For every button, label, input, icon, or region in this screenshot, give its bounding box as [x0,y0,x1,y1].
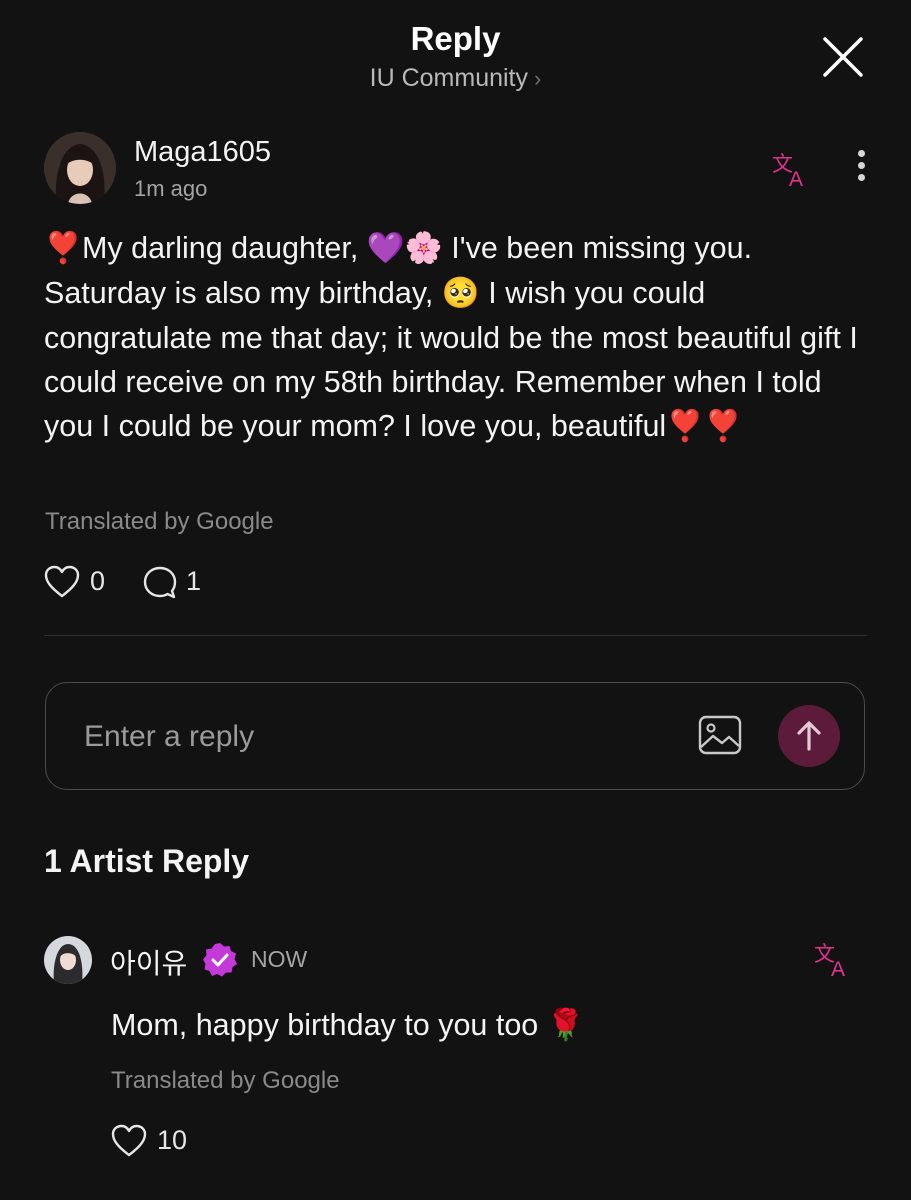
artist-reply-timestamp: NOW [251,946,308,972]
like-button[interactable] [44,565,80,604]
heart-icon [111,1124,147,1157]
heart-icon [44,565,80,598]
reply-input[interactable] [82,713,646,761]
purple-heart-emoji: 💜 [366,231,405,266]
avatar[interactable] [44,132,116,204]
post-body: ❣️My darling daughter, 💜🌸 I've been miss… [44,226,874,449]
post-username[interactable]: Maga1605 [134,136,271,169]
artist-name[interactable]: 아이유 [110,942,187,982]
heart-exclamation-emoji: ❣️ [704,409,743,444]
like-button[interactable] [111,1124,147,1163]
chevron-right-icon: › [534,66,542,91]
attach-image-button[interactable] [698,715,742,755]
heart-exclamation-emoji: ❣️ [44,231,82,266]
translate-button[interactable]: 文 A [814,940,854,981]
artist-reply-author-row: 아이유 NOW 文 A [44,936,874,986]
like-count: 0 [90,566,106,596]
close-button[interactable] [820,34,866,80]
rose-emoji: 🌹 [546,1008,585,1043]
artist-avatar-image [44,936,92,984]
like-count: 10 [157,1125,188,1155]
post-author-row: Maga1605 1m ago 文 A [44,132,874,208]
more-dot [857,150,865,157]
reply-box [45,682,865,790]
close-icon [823,37,863,77]
comment-button[interactable] [142,565,178,606]
artist-reply-stats: 10 [111,1122,311,1162]
avatar-image [44,132,116,204]
post-timestamp: 1m ago [134,176,208,201]
community-name: IU Community [369,64,529,92]
community-link[interactable]: IU Community › [0,64,911,93]
comment-count: 1 [186,566,202,596]
svg-text:A: A [831,958,845,980]
comment-icon [143,566,177,599]
more-options-button[interactable] [850,150,872,190]
divider [44,635,867,636]
image-icon [698,715,742,755]
translated-by-label: Translated by Google [45,508,274,535]
translate-button[interactable]: 文 A [772,150,812,191]
post-text-part: My darling daughter, [81,231,367,265]
heart-exclamation-emoji: ❣️ [666,409,705,444]
translate-icon: 文 A [814,942,845,981]
verified-badge-icon [203,943,237,977]
translated-by-label: Translated by Google [111,1067,340,1094]
artist-reply-body: Mom, happy birthday to you too 🌹 [111,1008,585,1043]
svg-text:A: A [789,168,803,190]
artist-avatar[interactable] [44,936,92,984]
post-stats: 0 1 [44,563,344,603]
cherry-blossom-emoji: 🌸 [404,231,443,266]
pleading-face-emoji: 🥺 [441,276,480,311]
header: Reply IU Community › [0,0,911,110]
artist-reply-heading: 1 Artist Reply [44,843,250,879]
more-dot [857,162,865,169]
more-dot [857,174,865,181]
arrow-up-icon [797,721,821,751]
translate-icon: 文 A [772,152,803,191]
artist-reply-text: Mom, happy birthday to you too [111,1008,547,1042]
verified-badge [201,941,239,979]
page-title: Reply [410,20,501,57]
send-button[interactable] [778,705,840,767]
